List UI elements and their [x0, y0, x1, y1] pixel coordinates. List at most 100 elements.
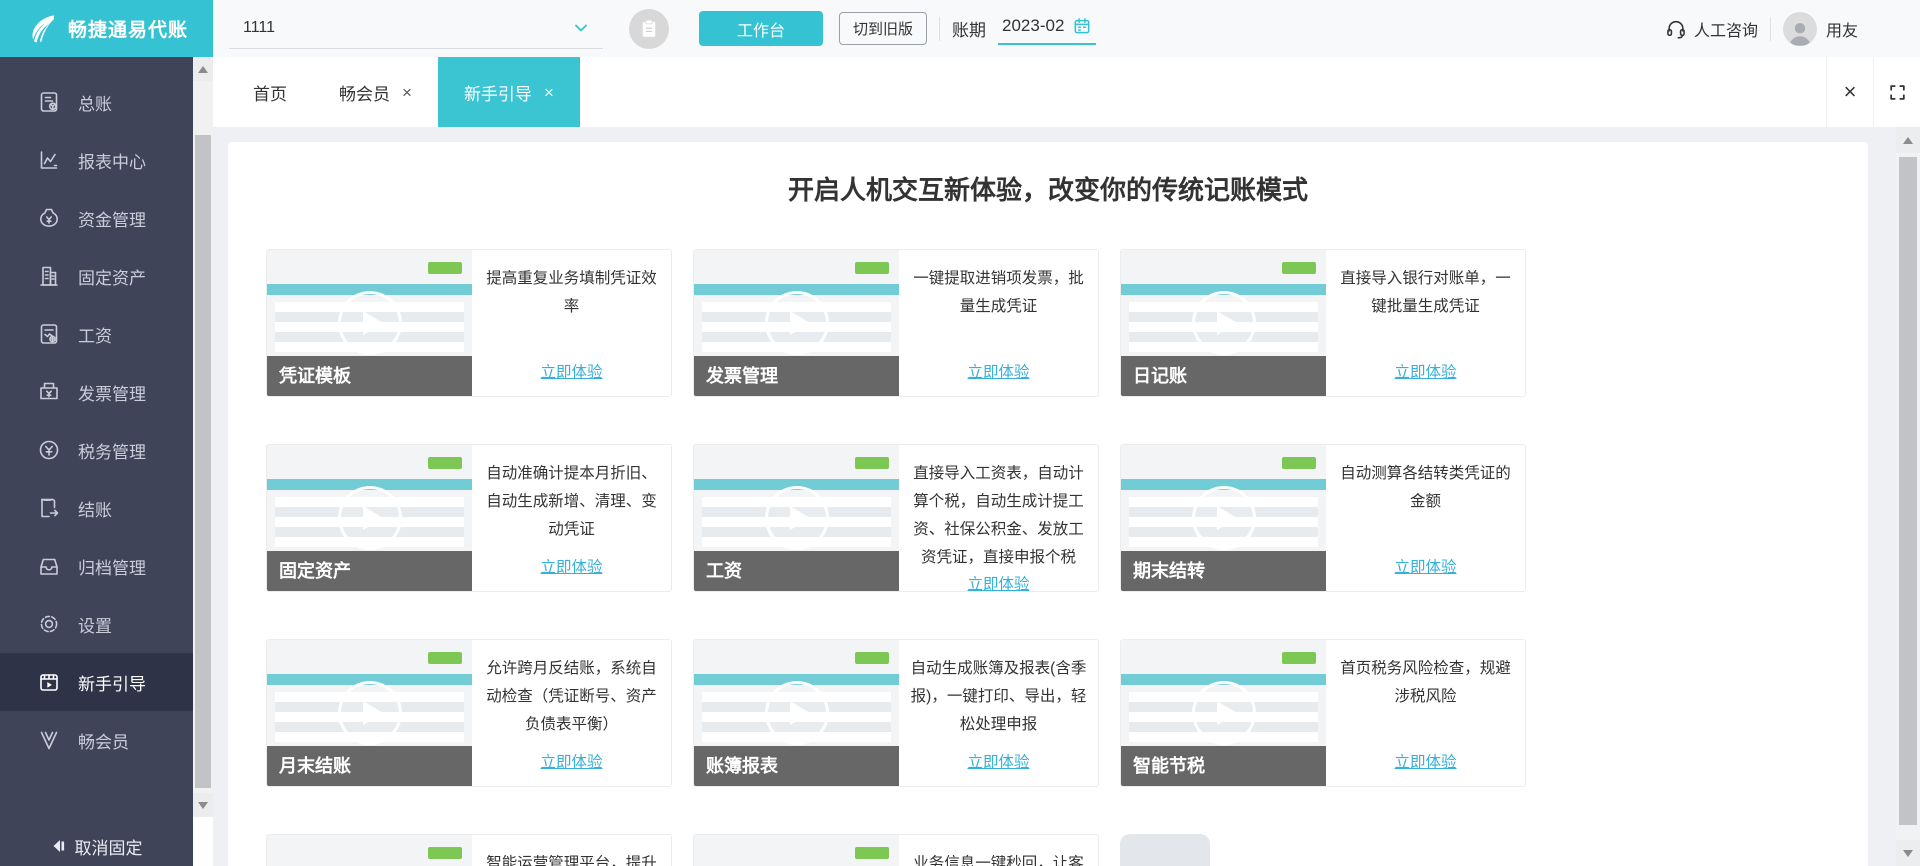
feature-card: 工资 直接导入工资表，自动计算个税，自动生成计提工资、社保公积金、发放工资凭证，…: [693, 444, 1099, 592]
report-icon: [37, 148, 61, 172]
try-now-link[interactable]: 立即体验: [967, 360, 1029, 382]
sidebar-scrollbar-thumb[interactable]: [195, 135, 211, 788]
card-description-area: 自动准确计提本月折旧、自动生成新增、清理、变动凭证 立即体验: [472, 445, 671, 591]
ledger-icon: [37, 90, 61, 114]
invoice-icon: [37, 380, 61, 404]
video-thumbnail[interactable]: 日记账: [1121, 250, 1326, 396]
try-now-link[interactable]: 立即体验: [540, 555, 602, 577]
sidebar-item-tax-management[interactable]: 税务管理: [0, 421, 193, 479]
play-icon[interactable]: [1191, 291, 1256, 355]
card-description-area: 直接导入工资表，自动计算个税，自动生成计提工资、社保公积金、发放工资凭证，直接申…: [899, 445, 1098, 591]
video-thumbnail[interactable]: 账簿报表: [694, 640, 899, 786]
sidebar-item-label: 资金管理: [78, 210, 146, 230]
card-description: 允许跨月反结账，系统自动检查（凭证断号、资产负债表平衡）: [486, 660, 657, 733]
sidebar-item-label: 设置: [78, 616, 112, 636]
card-description-area: 一键提取进销项发票，批量生成凭证 立即体验: [899, 250, 1098, 396]
card-description-area: 提高重复业务填制凭证效率 立即体验: [472, 250, 671, 396]
fullscreen-icon[interactable]: [1873, 57, 1920, 127]
human-consult-button[interactable]: 人工咨询: [1665, 17, 1758, 41]
feature-card: 业务信息一键秒回，让客: [693, 834, 1099, 866]
play-icon[interactable]: [764, 681, 829, 745]
close-panel-icon[interactable]: ×: [1826, 57, 1873, 127]
sidebar-item-member[interactable]: 畅会员: [0, 711, 193, 769]
thumbnail-mock-button: [428, 847, 462, 859]
card-description: 直接导入工资表，自动计算个税，自动生成计提工资、社保公积金、发放工资凭证，直接申…: [913, 465, 1084, 566]
video-thumbnail[interactable]: 发票管理: [694, 250, 899, 396]
switch-old-version-button[interactable]: 切到旧版: [839, 12, 928, 45]
scroll-up-arrow[interactable]: [1896, 127, 1920, 153]
card-description: 智能运营管理平台，提升: [486, 855, 657, 866]
brand-logo: 畅捷通易代账: [0, 0, 213, 57]
sidebar-item-label: 发票管理: [78, 384, 146, 404]
video-thumbnail[interactable]: [267, 835, 472, 866]
scroll-down-arrow[interactable]: [1896, 840, 1920, 866]
card-description: 提高重复业务填制凭证效率: [486, 270, 657, 315]
video-thumbnail[interactable]: 固定资产: [267, 445, 472, 591]
tax-icon: [37, 438, 61, 462]
tab-beginner-guide[interactable]: 新手引导 ×: [437, 57, 580, 127]
brand-name: 畅捷通易代账: [67, 20, 188, 41]
close-tab-icon[interactable]: ×: [402, 84, 412, 101]
guide-video-icon: [37, 670, 61, 694]
sidebar-item-general-ledger[interactable]: 总账: [0, 73, 193, 131]
consult-label: 人工咨询: [1693, 22, 1758, 40]
sidebar-item-report-center[interactable]: 报表中心: [0, 131, 193, 189]
play-icon[interactable]: [764, 486, 829, 550]
account-select[interactable]: 1111: [229, 9, 603, 49]
play-icon[interactable]: [1191, 681, 1256, 745]
page-scrollbar-thumb[interactable]: [1899, 157, 1917, 825]
try-now-link[interactable]: 立即体验: [540, 360, 602, 382]
workbench-button[interactable]: 工作台: [699, 11, 823, 46]
sidebar-item-settings[interactable]: 设置: [0, 595, 193, 653]
tab-home[interactable]: 首页: [227, 57, 313, 127]
sidebar-item-fixed-assets[interactable]: 固定资产: [0, 247, 193, 305]
play-icon[interactable]: [1191, 486, 1256, 550]
try-now-link[interactable]: 立即体验: [967, 750, 1029, 772]
scroll-up-arrow[interactable]: [193, 57, 213, 81]
sidebar: 总账 报表中心 资金管理 固定资产 工资 发票管理 税务管理 结账 归档管理 设…: [0, 57, 213, 866]
user-menu[interactable]: 用友: [1782, 11, 1858, 46]
sidebar-item-funds-management[interactable]: 资金管理: [0, 189, 193, 247]
play-icon[interactable]: [337, 681, 402, 745]
header-divider: [1769, 16, 1771, 41]
try-now-link[interactable]: 立即体验: [1394, 750, 1456, 772]
unpin-sidebar-button[interactable]: 取消固定: [0, 826, 193, 866]
video-caption: 月末结账: [267, 746, 472, 786]
sidebar-item-beginner-guide[interactable]: 新手引导: [0, 653, 193, 711]
video-thumbnail[interactable]: 月末结账: [267, 640, 472, 786]
video-caption: 期末结转: [1121, 551, 1326, 591]
sidebar-item-invoice-management[interactable]: 发票管理: [0, 363, 193, 421]
clipboard-icon[interactable]: [629, 8, 669, 49]
play-icon[interactable]: [337, 291, 402, 355]
video-thumbnail[interactable]: 期末结转: [1121, 445, 1326, 591]
sidebar-item-label: 税务管理: [78, 442, 146, 462]
video-thumbnail[interactable]: 工资: [694, 445, 899, 591]
period-picker[interactable]: 2023-02: [998, 12, 1097, 45]
settings-gear-icon: [37, 612, 61, 636]
try-now-link[interactable]: 立即体验: [540, 750, 602, 772]
video-thumbnail[interactable]: 凭证模板: [267, 250, 472, 396]
page-scrollbar[interactable]: [1896, 127, 1920, 866]
cards-grid: 凭证模板 提高重复业务填制凭证效率 立即体验 发票管理 一键提取进销项发票，批量…: [266, 249, 1868, 866]
period-label: 账期: [952, 21, 987, 40]
tab-member[interactable]: 畅会员 ×: [313, 57, 438, 127]
member-v-icon: [37, 728, 61, 752]
sidebar-item-archive-management[interactable]: 归档管理: [0, 537, 193, 595]
sidebar-item-label: 报表中心: [78, 152, 146, 172]
play-icon[interactable]: [337, 486, 402, 550]
thumbnail-mock-button: [1282, 262, 1316, 274]
video-thumbnail[interactable]: [694, 835, 899, 866]
card-description-area: 自动测算各结转类凭证的金额 立即体验: [1326, 445, 1525, 591]
sidebar-item-salary[interactable]: 工资: [0, 305, 193, 363]
sidebar-item-closing[interactable]: 结账: [0, 479, 193, 537]
try-now-link[interactable]: 立即体验: [1394, 360, 1456, 382]
close-tab-icon[interactable]: ×: [544, 84, 554, 101]
feature-card: 智能节税 首页税务风险检查，规避涉税风险 立即体验: [1120, 639, 1526, 787]
scroll-down-arrow[interactable]: [193, 793, 213, 817]
video-caption: 凭证模板: [267, 356, 472, 396]
try-now-link[interactable]: 立即体验: [967, 572, 1029, 591]
thumbnail-mock-button: [428, 652, 462, 664]
video-thumbnail[interactable]: 智能节税: [1121, 640, 1326, 786]
play-icon[interactable]: [764, 291, 829, 355]
try-now-link[interactable]: 立即体验: [1394, 555, 1456, 577]
